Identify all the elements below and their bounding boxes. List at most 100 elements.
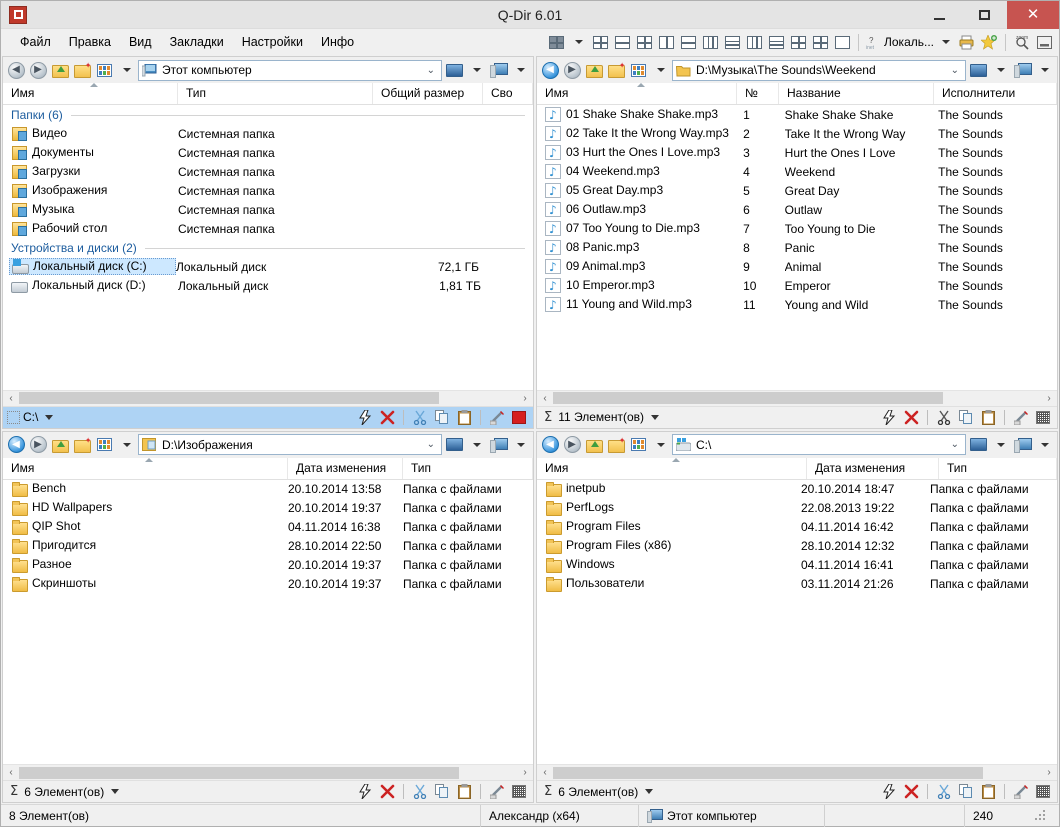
table-row[interactable]: Bench20.10.2014 13:58Папка с файлами (3, 480, 533, 499)
computer-view-dropdown[interactable] (510, 60, 530, 80)
scroll-right-arrow[interactable]: › (517, 767, 533, 778)
table-row[interactable]: inetpub20.10.2014 18:47Папка с файлами (537, 480, 1057, 499)
menu-item-file[interactable]: Файл (11, 32, 60, 52)
layout-quad2-button[interactable] (589, 31, 611, 53)
properties-button[interactable] (1033, 408, 1053, 426)
table-row[interactable]: 05 Great Day.mp35Great DayThe Sounds (537, 181, 1057, 200)
table-row[interactable]: HD Wallpapers20.10.2014 19:37Папка с фай… (3, 499, 533, 518)
delete-button[interactable] (377, 408, 397, 426)
forward-button[interactable]: ▶ (28, 60, 48, 80)
paste-button[interactable] (978, 783, 998, 801)
table-row[interactable]: 09 Animal.mp39AnimalThe Sounds (537, 257, 1057, 276)
column-header-title[interactable]: Название (779, 83, 934, 104)
scroll-thumb[interactable] (553, 392, 943, 404)
table-row[interactable]: Скриншоты20.10.2014 19:37Папка с файлами (3, 575, 533, 594)
new-folder-button[interactable] (72, 60, 92, 80)
table-row[interactable]: 11 Young and Wild.mp311Young and WildThe… (537, 295, 1057, 314)
copy-button[interactable] (956, 783, 976, 801)
horizontal-scrollbar[interactable]: ‹ › (3, 390, 533, 406)
status-item-count[interactable]: 11 Элемент(ов) (558, 410, 644, 424)
menu-item-edit[interactable]: Правка (60, 32, 120, 52)
table-row[interactable]: 06 Outlaw.mp36OutlawThe Sounds (537, 200, 1057, 219)
table-row[interactable]: ЗагрузкиСистемная папка (3, 162, 533, 181)
cut-button[interactable] (934, 783, 954, 801)
view-mode-dropdown[interactable] (116, 60, 136, 80)
chevron-down-icon[interactable] (111, 789, 119, 794)
scroll-track[interactable] (553, 391, 1041, 405)
column-header-type[interactable]: Тип (403, 458, 533, 479)
table-row[interactable]: ДокументыСистемная папка (3, 143, 533, 162)
back-button[interactable]: ◀ (6, 60, 26, 80)
computer-view-dropdown[interactable] (1034, 435, 1054, 455)
scroll-track[interactable] (553, 766, 1041, 780)
table-row[interactable]: 01 Shake Shake Shake.mp31Shake Shake Sha… (537, 105, 1057, 124)
chevron-down-icon[interactable] (645, 789, 653, 794)
paste-button[interactable] (454, 783, 474, 801)
menu-item-view[interactable]: Вид (120, 32, 161, 52)
layout-quad3-button[interactable] (787, 31, 809, 53)
horizontal-scrollbar[interactable]: ‹ › (537, 764, 1057, 780)
view-mode-button[interactable] (628, 60, 648, 80)
up-folder-button[interactable] (584, 60, 604, 80)
minimize-button[interactable] (917, 1, 962, 29)
horizontal-scrollbar[interactable]: ‹ › (3, 764, 533, 780)
chevron-down-icon[interactable]: ⌄ (951, 65, 962, 76)
up-folder-button[interactable] (50, 60, 70, 80)
layout-2-vertical-button[interactable] (655, 31, 677, 53)
display-dropdown[interactable] (990, 60, 1010, 80)
back-button[interactable]: ◀ (540, 435, 560, 455)
minimize-tray-button[interactable] (1033, 31, 1055, 53)
layout-3-top-button[interactable] (633, 31, 655, 53)
scroll-left-arrow[interactable]: ‹ (3, 767, 19, 778)
column-header-artists[interactable]: Исполнители (934, 83, 1057, 104)
rename-button[interactable] (1011, 408, 1031, 426)
display-dropdown[interactable] (466, 60, 486, 80)
scroll-right-arrow[interactable]: › (1041, 767, 1057, 778)
table-row[interactable]: 07 Too Young to Die.mp37Too Young to Die… (537, 219, 1057, 238)
rename-button[interactable] (1011, 783, 1031, 801)
view-mode-button[interactable] (94, 435, 114, 455)
table-row[interactable]: Локальный диск (D:)Локальный диск1,81 ТБ (3, 276, 533, 295)
scroll-thumb[interactable] (19, 392, 439, 404)
pane-top-right-list[interactable]: 01 Shake Shake Shake.mp31Shake Shake Sha… (537, 105, 1057, 390)
scroll-track[interactable] (19, 391, 517, 405)
computer-view-button[interactable] (488, 60, 508, 80)
pane-top-left-list[interactable]: Папки (6) ВидеоСистемная папка Документы… (3, 105, 533, 390)
forward-button[interactable]: ▶ (28, 435, 48, 455)
display-button[interactable] (968, 60, 988, 80)
chevron-down-icon[interactable]: ⌄ (427, 439, 438, 450)
column-header-type[interactable]: Тип (178, 83, 373, 104)
column-header-name[interactable]: Имя (3, 83, 178, 104)
group-header-devices[interactable]: Устройства и диски (2) (3, 238, 533, 257)
paste-button[interactable] (454, 408, 474, 426)
resize-grip[interactable] (1034, 809, 1048, 823)
computer-view-button[interactable] (1012, 435, 1032, 455)
table-row[interactable]: Локальный диск (C:)Локальный диск72,1 ГБ (3, 257, 533, 276)
status-item-count[interactable]: 6 Элемент(ов) (558, 785, 638, 799)
new-folder-button[interactable] (606, 435, 626, 455)
layout-quad-button[interactable] (545, 31, 567, 53)
forward-button[interactable]: ▶ (562, 435, 582, 455)
zoom-button[interactable]: zoom (1011, 31, 1033, 53)
table-row[interactable]: 10 Emperor.mp310EmperorThe Sounds (537, 276, 1057, 295)
properties-button[interactable] (509, 408, 529, 426)
forward-button[interactable]: ▶ (562, 60, 582, 80)
scroll-right-arrow[interactable]: › (1041, 393, 1057, 404)
copy-button[interactable] (432, 783, 452, 801)
view-mode-dropdown[interactable] (650, 435, 670, 455)
layout-rows-3-button[interactable] (721, 31, 743, 53)
column-header-name[interactable]: Имя (3, 458, 288, 479)
chevron-down-icon[interactable]: ⌄ (427, 65, 438, 76)
lightning-button[interactable] (879, 783, 899, 801)
up-folder-button[interactable] (50, 435, 70, 455)
address-bar-top-right[interactable]: D:\Музыка\The Sounds\Weekend ⌄ (672, 60, 966, 81)
cut-button[interactable] (410, 408, 430, 426)
cut-button[interactable] (410, 783, 430, 801)
table-row[interactable]: PerfLogs22.08.2013 19:22Папка с файлами (537, 499, 1057, 518)
table-row[interactable]: ИзображенияСистемная папка (3, 181, 533, 200)
new-folder-button[interactable] (72, 435, 92, 455)
display-button[interactable] (444, 435, 464, 455)
scroll-track[interactable] (19, 766, 517, 780)
view-mode-button[interactable] (94, 60, 114, 80)
chevron-down-icon[interactable] (651, 415, 659, 420)
